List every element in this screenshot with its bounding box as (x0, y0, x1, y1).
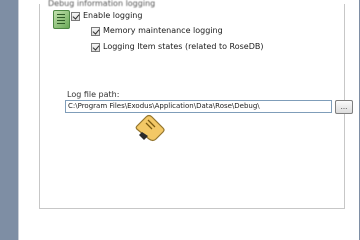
memory-logging-checkbox[interactable] (91, 27, 100, 36)
logging-group-caption: Debug information logging (46, 0, 158, 8)
memory-logging-label: Memory maintenance logging (103, 26, 223, 35)
log-path-input[interactable]: C:\Program Files\Exodus\Application\Data… (65, 100, 332, 113)
log-settings-icon (53, 10, 70, 29)
states-logging-label: Logging Item states (related to RoseDB) (103, 42, 264, 51)
settings-page: Debug information logging Enable logging… (18, 0, 359, 240)
enable-logging-checkbox[interactable] (71, 12, 80, 21)
states-logging-checkbox[interactable] (91, 43, 100, 52)
browse-button[interactable]: ... (335, 100, 353, 114)
log-path-label: Log file path: (67, 90, 120, 99)
enable-logging-label: Enable logging (83, 11, 143, 20)
hand-pointer-icon (135, 114, 165, 142)
